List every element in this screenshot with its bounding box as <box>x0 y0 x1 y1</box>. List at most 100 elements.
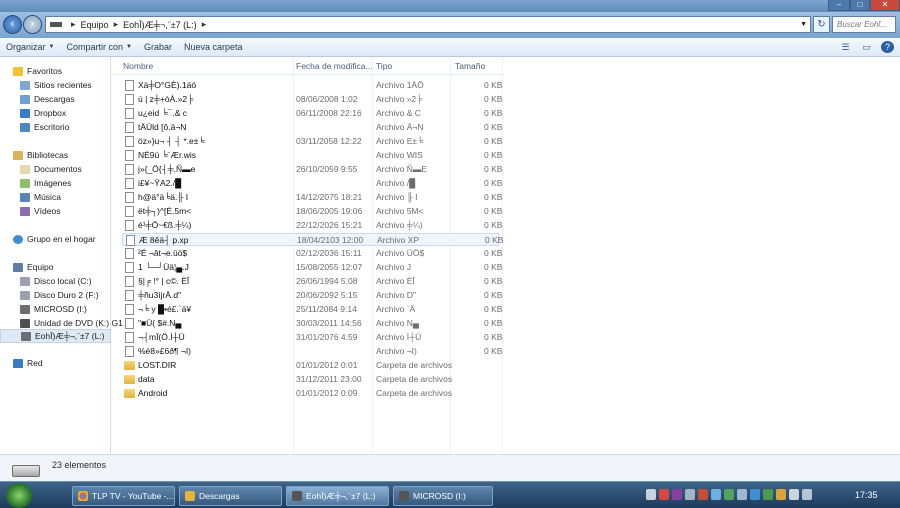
tray-icon[interactable] <box>737 489 747 500</box>
search-input[interactable]: Buscar Eohĩ... <box>832 16 896 33</box>
file-row[interactable]: "■Ü( $#.N▄ 30/03/2011 14:56 Archivo N▄ 0 KB <box>122 317 502 330</box>
network-icon[interactable] <box>802 489 812 500</box>
folder-row[interactable]: data 31/12/2011 23:00 Carpeta de archivos <box>122 373 499 386</box>
nav-network[interactable]: Red <box>13 358 43 368</box>
column-name[interactable]: Nombre <box>123 61 153 71</box>
burn-button[interactable]: Grabar <box>138 42 178 52</box>
breadcrumb-drive[interactable]: EohĪ)Æ╪¬,¨±7 (L:) <box>123 20 197 30</box>
nav-microsd[interactable]: MICROSD (I:) <box>20 304 87 314</box>
file-type: Carpeta de archivos <box>376 360 453 370</box>
tray-icon[interactable] <box>646 489 656 500</box>
maximize-button[interactable]: □ <box>850 0 870 11</box>
share-button[interactable]: Compartir con ▼ <box>60 42 137 52</box>
tray-icon[interactable] <box>685 489 695 500</box>
file-row[interactable]: ╪ñu3ìjrÄ.d'' 20/06/2092 5:15 Archivo D'' 0 … <box>122 289 502 302</box>
task-microsd[interactable]: MICROSD (I:) <box>393 486 493 506</box>
file-row[interactable]: Xä╪O°GÈ).1äö Archivo 1ÄÖ 0 KB <box>122 79 503 92</box>
drive-icon <box>399 491 409 501</box>
file-row[interactable]: ú | z╪+òÀ.»2╞ 08/06/2008 1:02 Archivo »2╞ 0… <box>122 93 502 106</box>
file-type: Archivo Ñ▬E <box>376 164 428 174</box>
file-size: 0 KB <box>484 80 503 90</box>
file-icon <box>125 276 134 287</box>
desktop-icon <box>20 122 30 132</box>
tray-icon[interactable] <box>711 489 721 500</box>
column-size[interactable]: Tamaño <box>455 61 485 71</box>
chevron-down-icon: ▼ <box>126 44 132 50</box>
column-date[interactable]: Fecha de modifica... <box>296 61 373 71</box>
file-row[interactable]: ¬┤mÏ(Ö.Ì┼Ü 31/01/2076 4:59 Archivo Ì┼Ü 0 KB <box>122 331 502 344</box>
file-name: ²É ¬ât¬e.üö$ <box>138 248 188 258</box>
file-row[interactable]: h@ä°ä╘ä.╟ I 14/12/2075 18:21 Archivo ╟ I 0 … <box>122 191 502 204</box>
preview-pane-icon[interactable]: ▭ <box>860 41 873 53</box>
clock[interactable]: 17:35 <box>855 490 878 500</box>
tray-icon[interactable] <box>672 489 682 500</box>
tray-icon[interactable] <box>763 489 773 500</box>
nav-label: Grupo en el hogar <box>27 234 96 244</box>
nav-documents[interactable]: Documentos <box>20 164 82 174</box>
nav-desktop[interactable]: Escritorio <box>20 122 69 132</box>
file-row[interactable]: %é8»£6ð¶ ¬I) Archivo ¬I) 0 KB <box>122 345 503 358</box>
nav-dvd[interactable]: Unidad de DVD (K:) G1 <box>20 318 123 328</box>
address-bar[interactable]: ▸ Equipo ▸ EohĪ)Æ╪¬,¨±7 (L:) ▸ ▼ <box>45 16 811 33</box>
file-row[interactable]: ²É ¬ât¬e.üö$ 02/12/2036 15:11 Archivo ÜÖ$ 0… <box>122 247 502 260</box>
file-row[interactable]: §|╒ !° | c©. ÈÎ 26/06/1994 5:08 Archivo ÈÎ… <box>122 275 502 288</box>
file-row[interactable]: ët╪┐)^[É.5m< 18/06/2005 19:06 Archivo 5M< 0… <box>122 205 502 218</box>
file-name: ët╪┐)^[É.5m< <box>138 206 192 216</box>
file-type: Archivo `Ä <box>376 304 416 314</box>
nav-recent[interactable]: Sitios recientes <box>20 80 92 90</box>
close-button[interactable]: ✕ <box>870 0 900 11</box>
refresh-button[interactable]: ↻ <box>813 16 830 33</box>
tray-icon[interactable] <box>659 489 669 500</box>
tray-icon[interactable] <box>698 489 708 500</box>
breadcrumb-arrow-icon[interactable]: ▸ <box>114 19 119 30</box>
organize-button[interactable]: Organizar ▼ <box>0 42 60 52</box>
nav-homegroup[interactable]: Grupo en el hogar <box>13 234 96 244</box>
help-icon[interactable]: ? <box>881 41 894 53</box>
nav-computer[interactable]: Equipo <box>13 262 53 272</box>
file-row[interactable]: Æ 8êä┤ p.xp 18/04/2103 12:00 Archivo XP 0 K… <box>122 233 503 246</box>
nav-local-disk[interactable]: Disco local (C:) <box>20 276 92 286</box>
file-row[interactable]: 1 └─┘Üä¦▄.J 15/08/2055 12:07 Archivo J 0 KB <box>122 261 502 274</box>
file-icon <box>125 192 134 203</box>
file-row[interactable]: ¬╘ y █•é£.`ä¥ 25/11/2084 9:14 Archivo `Ä 0 … <box>122 303 502 316</box>
volume-icon[interactable] <box>789 489 799 500</box>
file-row[interactable]: NÉ9ü ╘¨Ær.wis Archivo WIS 0 KB <box>122 149 502 162</box>
task-downloads[interactable]: Descargas <box>179 486 282 506</box>
breadcrumb-equipo[interactable]: Equipo <box>81 20 109 30</box>
file-row[interactable]: u¿eid ╘¯.& c 06/11/2008 22:16 Archivo & C 0… <box>122 107 502 120</box>
file-name: i£¥~ŸA2./█ <box>138 178 182 188</box>
nav-downloads[interactable]: Descargas <box>20 94 75 104</box>
views-icon[interactable]: ☰ <box>839 41 852 53</box>
file-row[interactable]: j»{_Ö{┤╪.Ñ▬e 26/10/2059 9:55 Archivo Ñ▬E 0 … <box>122 163 502 176</box>
task-current-drive[interactable]: EohĪ)Æ╪¬,¨±7 (L:) <box>286 486 389 506</box>
nav-dropbox[interactable]: Dropbox <box>20 108 66 118</box>
file-row[interactable]: i£¥~ŸA2./█ Archivo /█ 0 KB <box>122 177 502 190</box>
folder-row[interactable]: Android 01/01/2012 0:09 Carpeta de archivo… <box>122 387 499 400</box>
tray-icon[interactable] <box>724 489 734 500</box>
flag-icon[interactable] <box>776 489 786 500</box>
nav-images[interactable]: Imágenes <box>20 178 71 188</box>
minimize-button[interactable]: – <box>828 0 850 11</box>
file-size: 0 KB <box>484 346 503 356</box>
file-row[interactable]: é¹╪Ö~€ß.╪¼) 22/12/2026 15:21 Archivo ╪¼) 0 … <box>122 219 502 232</box>
file-row[interactable]: tÄÜld [ô.ä¬N Archivo Ä¬N 0 KB <box>122 121 502 134</box>
folder-row[interactable]: LOST.DIR 01/01/2012 0:01 Carpeta de archiv… <box>122 359 499 372</box>
nav-hard-disk-2[interactable]: Disco Duro 2 (F:) <box>20 290 99 300</box>
tray-icon[interactable] <box>750 489 760 500</box>
breadcrumb-arrow-icon[interactable]: ▸ <box>202 19 207 30</box>
address-dropdown-icon[interactable]: ▼ <box>800 21 807 28</box>
nav-libraries[interactable]: Bibliotecas <box>13 150 68 160</box>
task-youtube[interactable]: TLP TV - YouTube -... <box>72 486 175 506</box>
start-button[interactable] <box>6 483 32 508</box>
new-folder-button[interactable]: Nueva carpeta <box>178 42 249 52</box>
file-row[interactable]: öz»}u¬ ┤ ┤ *.e±╘ 03/11/2058 12:22 Archivo … <box>122 135 502 148</box>
nav-music[interactable]: Música <box>20 192 61 202</box>
breadcrumb-arrow-icon[interactable]: ▸ <box>71 19 76 30</box>
back-button[interactable]: ‹ <box>3 15 22 34</box>
nav-current-drive[interactable]: EohĪ)Æ╪¬,¨±7 (L:) <box>0 329 111 343</box>
nav-videos[interactable]: Vídeos <box>20 206 60 216</box>
file-type: Archivo Ä¬N <box>376 122 424 132</box>
forward-button[interactable]: › <box>23 15 42 34</box>
column-type[interactable]: Tipo <box>376 61 392 71</box>
nav-favorites[interactable]: Favoritos <box>13 66 62 76</box>
